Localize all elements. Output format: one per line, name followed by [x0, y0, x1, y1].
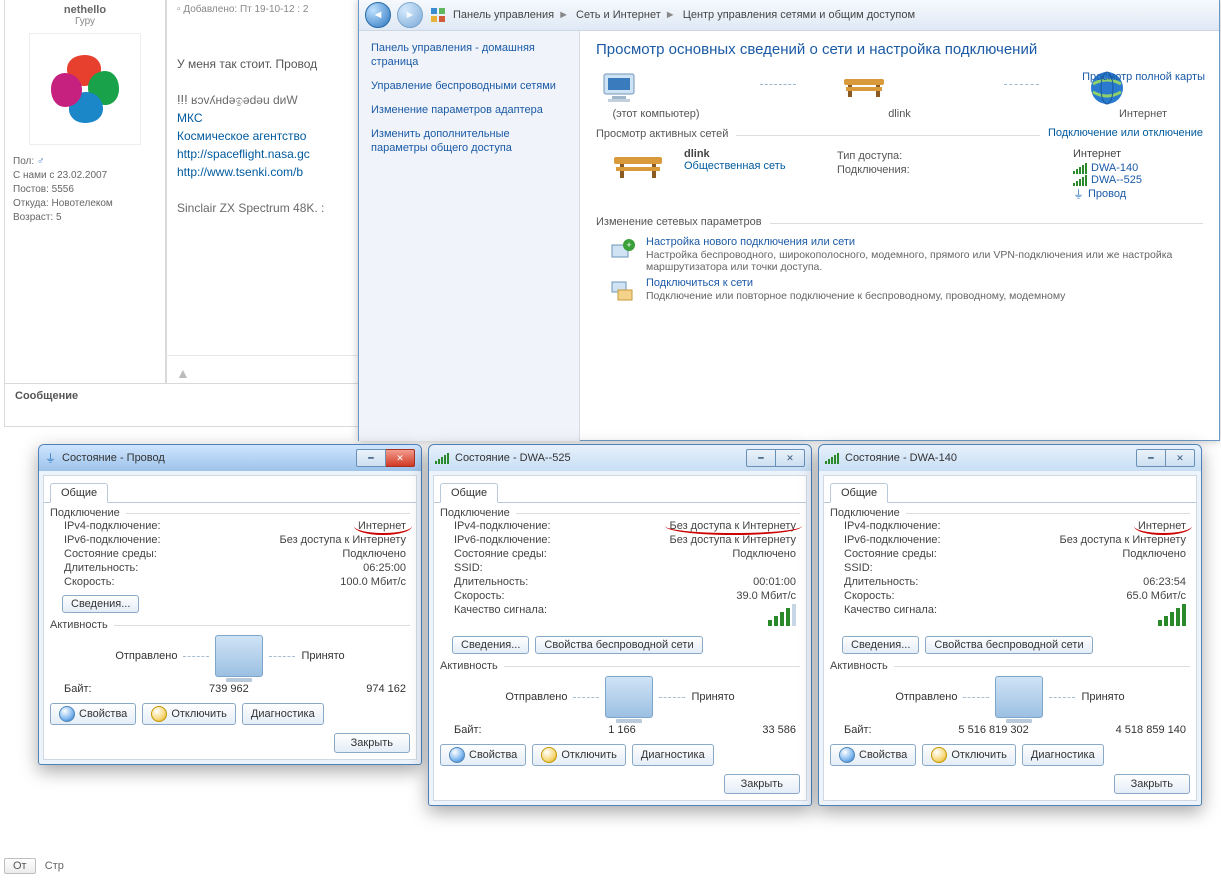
ipv4-value: Без доступа к Интернету [669, 520, 796, 532]
dialog-title: Состояние - DWA-140 [845, 452, 957, 464]
close-dialog-button[interactable]: Закрыть [334, 733, 410, 753]
close-dialog-button[interactable]: Закрыть [724, 774, 800, 794]
network-type-link[interactable]: Общественная сеть [684, 160, 786, 172]
side-sharing[interactable]: Изменить дополнительные параметры общего… [371, 127, 567, 155]
wireless-props-button[interactable]: Свойства беспроводной сети [925, 636, 1092, 654]
network-icon [608, 148, 668, 188]
page-title: Просмотр основных сведений о сети и наст… [596, 41, 1203, 58]
link-mks[interactable]: МКС [177, 111, 203, 125]
connect-network-icon [608, 277, 636, 305]
avatar [29, 33, 141, 145]
conn-wired[interactable]: ⏚Провод [1073, 186, 1203, 202]
task-new-connection[interactable]: Настройка нового подключения или сети [646, 236, 1203, 248]
activity-icon [995, 676, 1043, 718]
signal-icon [1073, 162, 1087, 174]
details-button[interactable]: Сведения... [842, 636, 919, 654]
signal-icon [435, 452, 449, 464]
plug-icon: ⏚ [45, 450, 56, 466]
male-icon: ♂ [37, 156, 45, 167]
control-panel-icon [429, 6, 447, 24]
signal-icon [1073, 174, 1087, 186]
tab-general[interactable]: Общие [50, 483, 108, 503]
wireless-props-button[interactable]: Свойства беспроводной сети [535, 636, 702, 654]
properties-button[interactable]: Свойства [830, 744, 916, 766]
this-pc-icon [596, 68, 644, 108]
new-connection-icon: + [608, 236, 636, 264]
side-wlan[interactable]: Управление беспроводными сетями [371, 79, 567, 93]
status-dialog-dwa140: Состояние - DWA-140 ━ ✕ Общие Подключени… [818, 444, 1202, 806]
activity-icon [215, 635, 263, 677]
close-button[interactable]: ✕ [1166, 449, 1195, 467]
close-dialog-button[interactable]: Закрыть [1114, 774, 1190, 794]
diagnose-button[interactable]: Диагностика [1022, 744, 1104, 766]
minimize-button[interactable]: ━ [1136, 449, 1166, 467]
properties-button[interactable]: Свойства [440, 744, 526, 766]
bottom-button[interactable]: От [4, 858, 36, 874]
minimize-button[interactable]: ━ [746, 449, 776, 467]
plug-icon: ⏚ [1073, 186, 1084, 202]
disable-button[interactable]: Отключить [142, 703, 236, 725]
forward-button[interactable]: ► [397, 2, 423, 28]
user-rank: Гуру [5, 16, 165, 27]
dialog-title: Состояние - Провод [62, 452, 165, 464]
ipv4-value: Интернет [1138, 520, 1186, 532]
router-icon [840, 68, 888, 108]
status-dialog-wired: ⏚ Состояние - Провод ━ ✕ Общие Подключен… [38, 444, 422, 765]
sidebar: Панель управления - домашняя страница Уп… [359, 31, 580, 441]
close-button[interactable]: ✕ [386, 449, 415, 467]
user-card: nethello Гуру Пол: ♂ С нами с 23.02.2007… [4, 0, 166, 385]
link-agency[interactable]: Космическое агентство [177, 129, 306, 143]
details-button[interactable]: Сведения... [452, 636, 529, 654]
main-panel: Просмотр основных сведений о сети и наст… [580, 31, 1219, 441]
dialog-title: Состояние - DWA--525 [455, 452, 571, 464]
conn-dwa140[interactable]: DWA-140 [1073, 162, 1203, 174]
link-nasa[interactable]: http://spaceflight.nasa.gc [177, 147, 310, 161]
username: nethello [5, 4, 165, 16]
back-button[interactable]: ◄ [365, 2, 391, 28]
properties-button[interactable]: Свойства [50, 703, 136, 725]
svg-text:+: + [626, 240, 631, 250]
link-tsenki[interactable]: http://www.tsenki.com/b [177, 165, 303, 179]
disable-button[interactable]: Отключить [922, 744, 1016, 766]
status-dialog-dwa525: Состояние - DWA--525 ━ ✕ Общие Подключен… [428, 444, 812, 806]
side-adapter[interactable]: Изменение параметров адаптера [371, 103, 567, 117]
address-bar[interactable]: ◄ ► Панель управления► Сеть и Интернет► … [359, 0, 1219, 31]
diagnose-button[interactable]: Диагностика [632, 744, 714, 766]
diagnose-button[interactable]: Диагностика [242, 703, 324, 725]
close-button[interactable]: ✕ [776, 449, 805, 467]
tab-general[interactable]: Общие [830, 483, 888, 503]
full-map-link[interactable]: Просмотр полной карты [1082, 71, 1205, 83]
task-connect[interactable]: Подключиться к сети [646, 277, 1065, 289]
minimize-button[interactable]: ━ [356, 449, 386, 467]
tab-general[interactable]: Общие [440, 483, 498, 503]
connect-disconnect-link[interactable]: Подключение или отключение [1040, 127, 1203, 139]
signal-bars [1158, 604, 1186, 626]
signal-icon [825, 452, 839, 464]
network-center-window: ◄ ► Панель управления► Сеть и Интернет► … [358, 0, 1220, 441]
details-button[interactable]: Сведения... [62, 595, 139, 613]
ipv4-value: Интернет [358, 520, 406, 532]
activity-icon [605, 676, 653, 718]
side-home[interactable]: Панель управления - домашняя страница [371, 41, 567, 69]
user-details: Пол: ♂ С нами с 23.02.2007 Постов: 5556 … [5, 151, 165, 229]
conn-dwa525[interactable]: DWA--525 [1073, 174, 1203, 186]
signal-bars [768, 604, 796, 626]
up-icon[interactable]: ▲ [176, 365, 190, 381]
disable-button[interactable]: Отключить [532, 744, 626, 766]
